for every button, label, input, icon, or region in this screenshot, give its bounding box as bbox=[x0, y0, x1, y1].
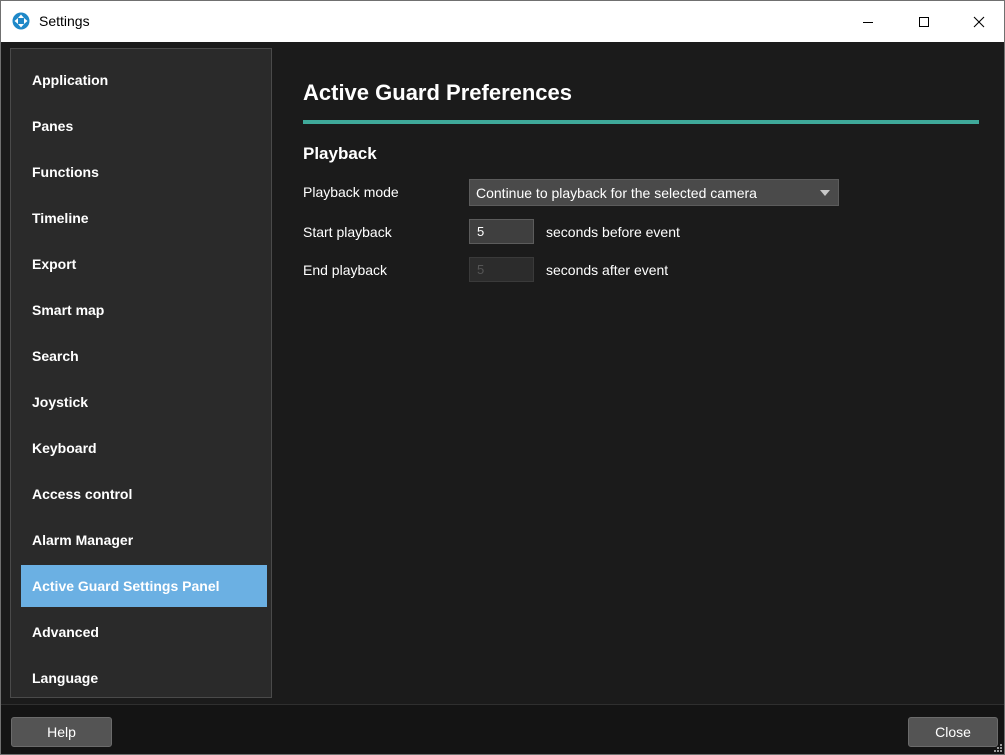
help-button[interactable]: Help bbox=[11, 717, 112, 747]
sidebar-item-label: Export bbox=[32, 256, 77, 272]
sidebar-item-active-guard-settings-panel[interactable]: Active Guard Settings Panel bbox=[21, 565, 267, 607]
playback-mode-label: Playback mode bbox=[303, 184, 399, 200]
sidebar-item-label: Advanced bbox=[32, 624, 99, 640]
close-button[interactable]: Close bbox=[908, 717, 998, 747]
sidebar-item-functions[interactable]: Functions bbox=[21, 151, 267, 193]
settings-window: Settings Application Panes Functions Tim… bbox=[0, 0, 1005, 755]
sidebar-item-language[interactable]: Language bbox=[21, 657, 267, 699]
end-playback-input bbox=[469, 257, 534, 282]
end-playback-label: End playback bbox=[303, 262, 388, 278]
minimize-button[interactable] bbox=[845, 1, 891, 42]
settings-content: Application Panes Functions Timeline Exp… bbox=[1, 42, 1004, 704]
minimize-icon bbox=[863, 21, 873, 23]
end-playback-suffix: seconds after event bbox=[546, 262, 669, 278]
sidebar-item-smart-map[interactable]: Smart map bbox=[21, 289, 267, 331]
maximize-button[interactable] bbox=[901, 1, 947, 42]
sidebar-item-label: Panes bbox=[32, 118, 74, 134]
sidebar-item-label: Joystick bbox=[32, 394, 89, 410]
app-icon bbox=[12, 12, 30, 30]
sidebar-item-label: Alarm Manager bbox=[32, 532, 134, 548]
sidebar-item-application[interactable]: Application bbox=[21, 59, 267, 101]
sidebar-item-panes[interactable]: Panes bbox=[21, 105, 267, 147]
close-window-button[interactable] bbox=[956, 1, 1002, 42]
section-title-playback: Playback bbox=[303, 144, 377, 163]
sidebar-item-joystick[interactable]: Joystick bbox=[21, 381, 267, 423]
sidebar-item-label: Search bbox=[32, 348, 79, 364]
sidebar-item-label: Access control bbox=[32, 486, 133, 502]
window-title: Settings bbox=[39, 13, 90, 29]
sidebar-item-label: Language bbox=[32, 670, 99, 686]
sidebar-item-label: Smart map bbox=[32, 302, 105, 318]
sidebar-item-label: Functions bbox=[32, 164, 99, 180]
page-title: Active Guard Preferences bbox=[303, 80, 573, 105]
close-icon bbox=[973, 16, 985, 27]
sidebar-item-advanced[interactable]: Advanced bbox=[21, 611, 267, 653]
title-bar: Settings bbox=[1, 1, 1004, 42]
start-playback-input[interactable] bbox=[469, 219, 534, 244]
sidebar-item-search[interactable]: Search bbox=[21, 335, 267, 377]
resize-grip-icon[interactable] bbox=[994, 744, 1002, 752]
settings-sidebar: Application Panes Functions Timeline Exp… bbox=[10, 48, 272, 698]
sidebar-item-label: Application bbox=[32, 72, 109, 88]
playback-mode-value: Continue to playback for the selected ca… bbox=[476, 184, 757, 201]
sidebar-item-label: Active Guard Settings Panel bbox=[32, 578, 220, 594]
sidebar-item-alarm-manager[interactable]: Alarm Manager bbox=[21, 519, 267, 561]
maximize-icon bbox=[919, 16, 929, 27]
title-divider bbox=[303, 120, 979, 124]
chevron-down-icon bbox=[820, 190, 830, 196]
sidebar-item-export[interactable]: Export bbox=[21, 243, 267, 285]
sidebar-item-label: Keyboard bbox=[32, 440, 97, 456]
sidebar-item-label: Timeline bbox=[32, 210, 89, 226]
preferences-panel: Active Guard Preferences Playback Playba… bbox=[303, 42, 983, 704]
sidebar-item-timeline[interactable]: Timeline bbox=[21, 197, 267, 239]
playback-mode-dropdown[interactable]: Continue to playback for the selected ca… bbox=[469, 179, 839, 206]
start-playback-suffix: seconds before event bbox=[546, 224, 680, 240]
sidebar-item-access-control[interactable]: Access control bbox=[21, 473, 267, 515]
sidebar-item-keyboard[interactable]: Keyboard bbox=[21, 427, 267, 469]
dialog-footer: Help Close bbox=[1, 704, 1004, 754]
start-playback-label: Start playback bbox=[303, 224, 392, 240]
